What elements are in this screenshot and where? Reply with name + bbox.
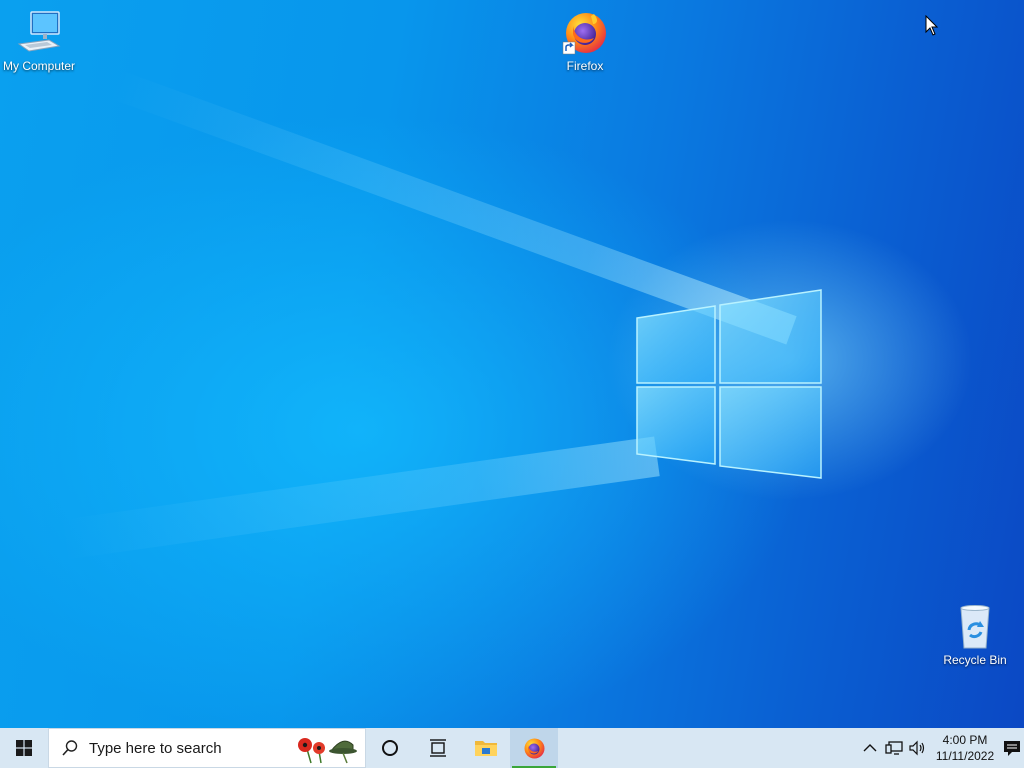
notification-icon — [1004, 741, 1020, 756]
task-view-button[interactable] — [414, 728, 462, 768]
light-beam — [60, 436, 660, 560]
desktop-icon-label: Recycle Bin — [943, 653, 1007, 667]
firefox-icon — [524, 738, 545, 759]
search-box[interactable]: Type here to search — [48, 728, 366, 768]
clock-time: 4:00 PM — [942, 733, 988, 747]
cortana-circle-icon — [382, 740, 398, 756]
desktop-icon-label: Firefox — [566, 59, 604, 73]
chevron-up-icon — [863, 744, 877, 752]
search-icon — [62, 740, 78, 756]
show-hidden-icons-button[interactable] — [858, 728, 882, 768]
task-view-icon — [430, 739, 446, 757]
volume-icon — [909, 740, 925, 756]
desktop-icon-firefox[interactable]: Firefox — [546, 8, 624, 73]
recycle-bin-icon — [960, 605, 990, 649]
taskbar-app-firefox[interactable] — [510, 728, 558, 768]
taskbar: Type here to search 4:00 PM 11/11/2022 — [0, 728, 1024, 768]
clock-date: 11/11/2022 — [935, 749, 995, 763]
volume-button[interactable] — [906, 728, 930, 768]
firefox-icon — [562, 13, 606, 55]
desktop-icon-label: My Computer — [2, 59, 76, 73]
network-button[interactable] — [882, 728, 906, 768]
search-placeholder: Type here to search — [89, 739, 222, 757]
cortana-button[interactable] — [366, 728, 414, 768]
poppy-helmet-icon[interactable] — [291, 733, 359, 765]
taskbar-app-file-explorer[interactable] — [462, 728, 510, 768]
mouse-cursor-icon — [925, 15, 939, 36]
folder-icon — [475, 741, 497, 756]
system-tray: 4:00 PM 11/11/2022 1 — [858, 728, 1024, 768]
windows-logo-icon — [16, 740, 32, 756]
network-icon — [885, 741, 903, 755]
action-center-button[interactable]: 1 — [1000, 728, 1024, 768]
clock[interactable]: 4:00 PM 11/11/2022 — [930, 732, 1000, 764]
computer-icon — [17, 11, 61, 52]
start-button[interactable] — [0, 728, 48, 768]
wallpaper-windows-logo — [636, 289, 822, 479]
desktop-icon-my-computer[interactable]: My Computer — [0, 8, 78, 73]
desktop-icon-recycle-bin[interactable]: Recycle Bin — [936, 602, 1014, 667]
desktop: My Computer Firefox Recycle Bin — [0, 0, 1024, 728]
